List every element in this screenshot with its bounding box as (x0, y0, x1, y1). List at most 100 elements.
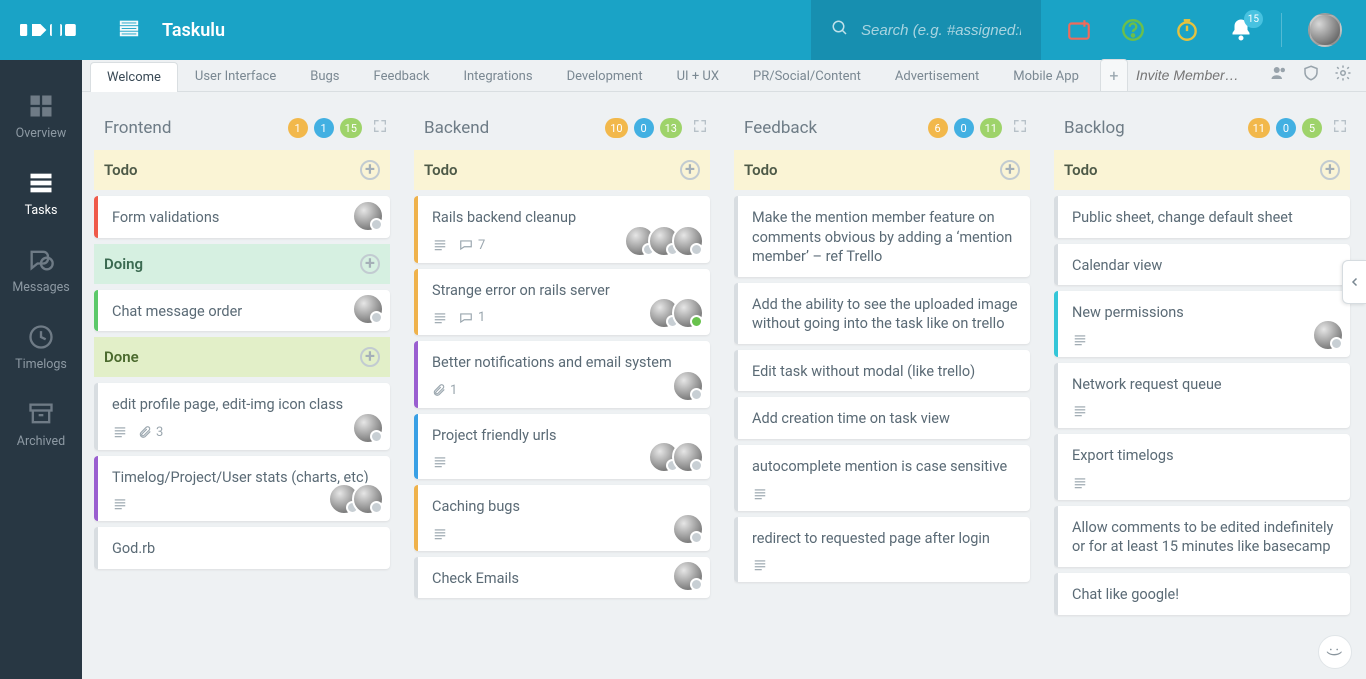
add-card-icon[interactable]: + (360, 347, 380, 367)
avatar[interactable] (352, 483, 384, 515)
task-card[interactable]: Check Emails (414, 557, 710, 599)
expand-icon[interactable] (372, 118, 388, 138)
tab-advertisement[interactable]: Advertisement (878, 61, 996, 91)
leftnav-item-timelogs[interactable]: Timelogs (0, 309, 82, 386)
board-scroll[interactable]: Frontend1115Todo+Form validationsDoing+C… (82, 92, 1366, 679)
project-icon (118, 17, 140, 43)
add-card-icon[interactable]: + (360, 160, 380, 180)
task-card[interactable]: Network request queue (1054, 363, 1350, 429)
leftnav-label: Timelogs (15, 357, 67, 372)
leftnav-item-tasks[interactable]: Tasks (0, 155, 82, 232)
task-card[interactable]: Make the mention member feature on comme… (734, 196, 1030, 277)
task-card[interactable]: redirect to requested page after login (734, 517, 1030, 583)
task-card[interactable]: Allow comments to be edited indefinitely… (1054, 506, 1350, 567)
avatar[interactable] (352, 412, 384, 444)
tab-integrations[interactable]: Integrations (446, 61, 549, 91)
task-card[interactable]: Caching bugs (414, 485, 710, 551)
project-title[interactable]: Taskulu (162, 20, 225, 41)
expand-icon[interactable] (1332, 118, 1348, 138)
list-title[interactable]: Backend (424, 118, 599, 138)
leftnav-item-archived[interactable]: Archived (0, 386, 82, 463)
gear-icon[interactable] (1334, 64, 1352, 86)
task-card[interactable]: autocomplete mention is case sensitive (734, 445, 1030, 511)
tab-bugs[interactable]: Bugs (293, 61, 356, 91)
list-scroll[interactable]: Todo+ Form validations Doing+ Chat message … (94, 150, 394, 671)
task-card[interactable]: Edit task without modal (like trello) (734, 350, 1030, 392)
list-scroll[interactable]: Todo+ Make the mention member feature on … (734, 150, 1034, 671)
task-card[interactable]: Better notifications and email system 1 (414, 341, 710, 408)
task-card[interactable]: Form validations (94, 196, 390, 238)
assignees (1320, 319, 1344, 351)
expand-icon[interactable] (692, 118, 708, 138)
task-card[interactable]: Export timelogs (1054, 434, 1350, 500)
members-icon[interactable] (1270, 64, 1288, 86)
description-icon (752, 487, 768, 501)
task-card[interactable]: Public sheet, change default sheet (1054, 196, 1350, 238)
add-card-icon[interactable]: + (360, 254, 380, 274)
section-doing[interactable]: Doing+ (94, 244, 390, 284)
task-card[interactable]: Timelog/Project/User stats (charts, etc) (94, 456, 390, 522)
tab-feedback[interactable]: Feedback (357, 61, 447, 91)
timer-icon[interactable] (1173, 16, 1201, 44)
expand-icon[interactable] (1012, 118, 1028, 138)
task-card[interactable]: New permissions (1054, 291, 1350, 357)
search-box[interactable] (811, 0, 1041, 60)
task-card[interactable]: Strange error on rails server 1 (414, 269, 710, 336)
list-scroll[interactable]: Todo+ Public sheet, change default sheet C… (1054, 150, 1354, 671)
leftnav-item-overview[interactable]: Overview (0, 78, 82, 155)
side-panel-toggle[interactable] (1342, 260, 1366, 304)
list-scroll[interactable]: Todo+ Rails backend cleanup 7Strange erro… (414, 150, 714, 671)
task-card[interactable]: Add the ability to see the uploaded imag… (734, 283, 1030, 344)
tab-development[interactable]: Development (550, 61, 660, 91)
tab-welcome[interactable]: Welcome (90, 62, 178, 92)
task-title: Chat message order (112, 302, 378, 322)
add-card-icon[interactable]: + (1000, 160, 1020, 180)
logo[interactable] (0, 0, 100, 60)
tab-user-interface[interactable]: User Interface (178, 61, 293, 91)
task-card[interactable]: Project friendly urls (414, 414, 710, 480)
section-todo[interactable]: Todo+ (94, 150, 390, 190)
add-card-icon[interactable]: + (1320, 160, 1340, 180)
section-todo[interactable]: Todo+ (734, 150, 1030, 190)
task-card[interactable]: Calendar view (1054, 244, 1350, 286)
avatar[interactable] (672, 297, 704, 329)
task-title: Allow comments to be edited indefinitely… (1072, 518, 1338, 557)
search-input[interactable] (861, 22, 1021, 39)
list-title[interactable]: Feedback (744, 118, 922, 138)
assignees (360, 412, 384, 444)
help-icon[interactable] (1119, 16, 1147, 44)
leftnav-item-messages[interactable]: Messages (0, 232, 82, 309)
section-todo[interactable]: Todo+ (414, 150, 710, 190)
task-card[interactable]: Add creation time on task view (734, 397, 1030, 439)
avatar[interactable] (672, 370, 704, 402)
feedback-smiley[interactable]: :) (1318, 635, 1352, 669)
avatar[interactable] (1312, 319, 1344, 351)
avatar[interactable] (672, 560, 704, 592)
shield-icon[interactable] (1302, 64, 1320, 86)
task-card[interactable]: edit profile page, edit-img icon class 3 (94, 383, 390, 450)
list-title[interactable]: Frontend (104, 118, 282, 138)
tab-ui-ux[interactable]: UI + UX (660, 61, 736, 91)
avatar[interactable] (352, 293, 384, 325)
divider (1281, 13, 1282, 47)
task-card[interactable]: God.rb (94, 527, 390, 569)
task-card[interactable]: Chat like google! (1054, 573, 1350, 615)
avatar[interactable] (352, 200, 384, 232)
task-card[interactable]: Chat message order (94, 290, 390, 332)
tab-pr-social-content[interactable]: PR/Social/Content (736, 61, 878, 91)
avatar[interactable] (672, 513, 704, 545)
section-todo[interactable]: Todo+ (1054, 150, 1350, 190)
section-done[interactable]: Done+ (94, 337, 390, 377)
add-card-icon[interactable]: + (680, 160, 700, 180)
assignees (680, 370, 704, 402)
list-title[interactable]: Backlog (1064, 118, 1242, 138)
user-avatar[interactable] (1308, 13, 1342, 47)
invite-member-input[interactable] (1136, 67, 1256, 83)
tab-mobile-app[interactable]: Mobile App (996, 61, 1096, 91)
task-card[interactable]: Rails backend cleanup 7 (414, 196, 710, 263)
tab-add[interactable]: + (1100, 59, 1128, 91)
add-project-icon[interactable] (1065, 16, 1093, 44)
avatar[interactable] (672, 225, 704, 257)
avatar[interactable] (672, 441, 704, 473)
notifications-icon[interactable]: 15 (1227, 16, 1255, 44)
